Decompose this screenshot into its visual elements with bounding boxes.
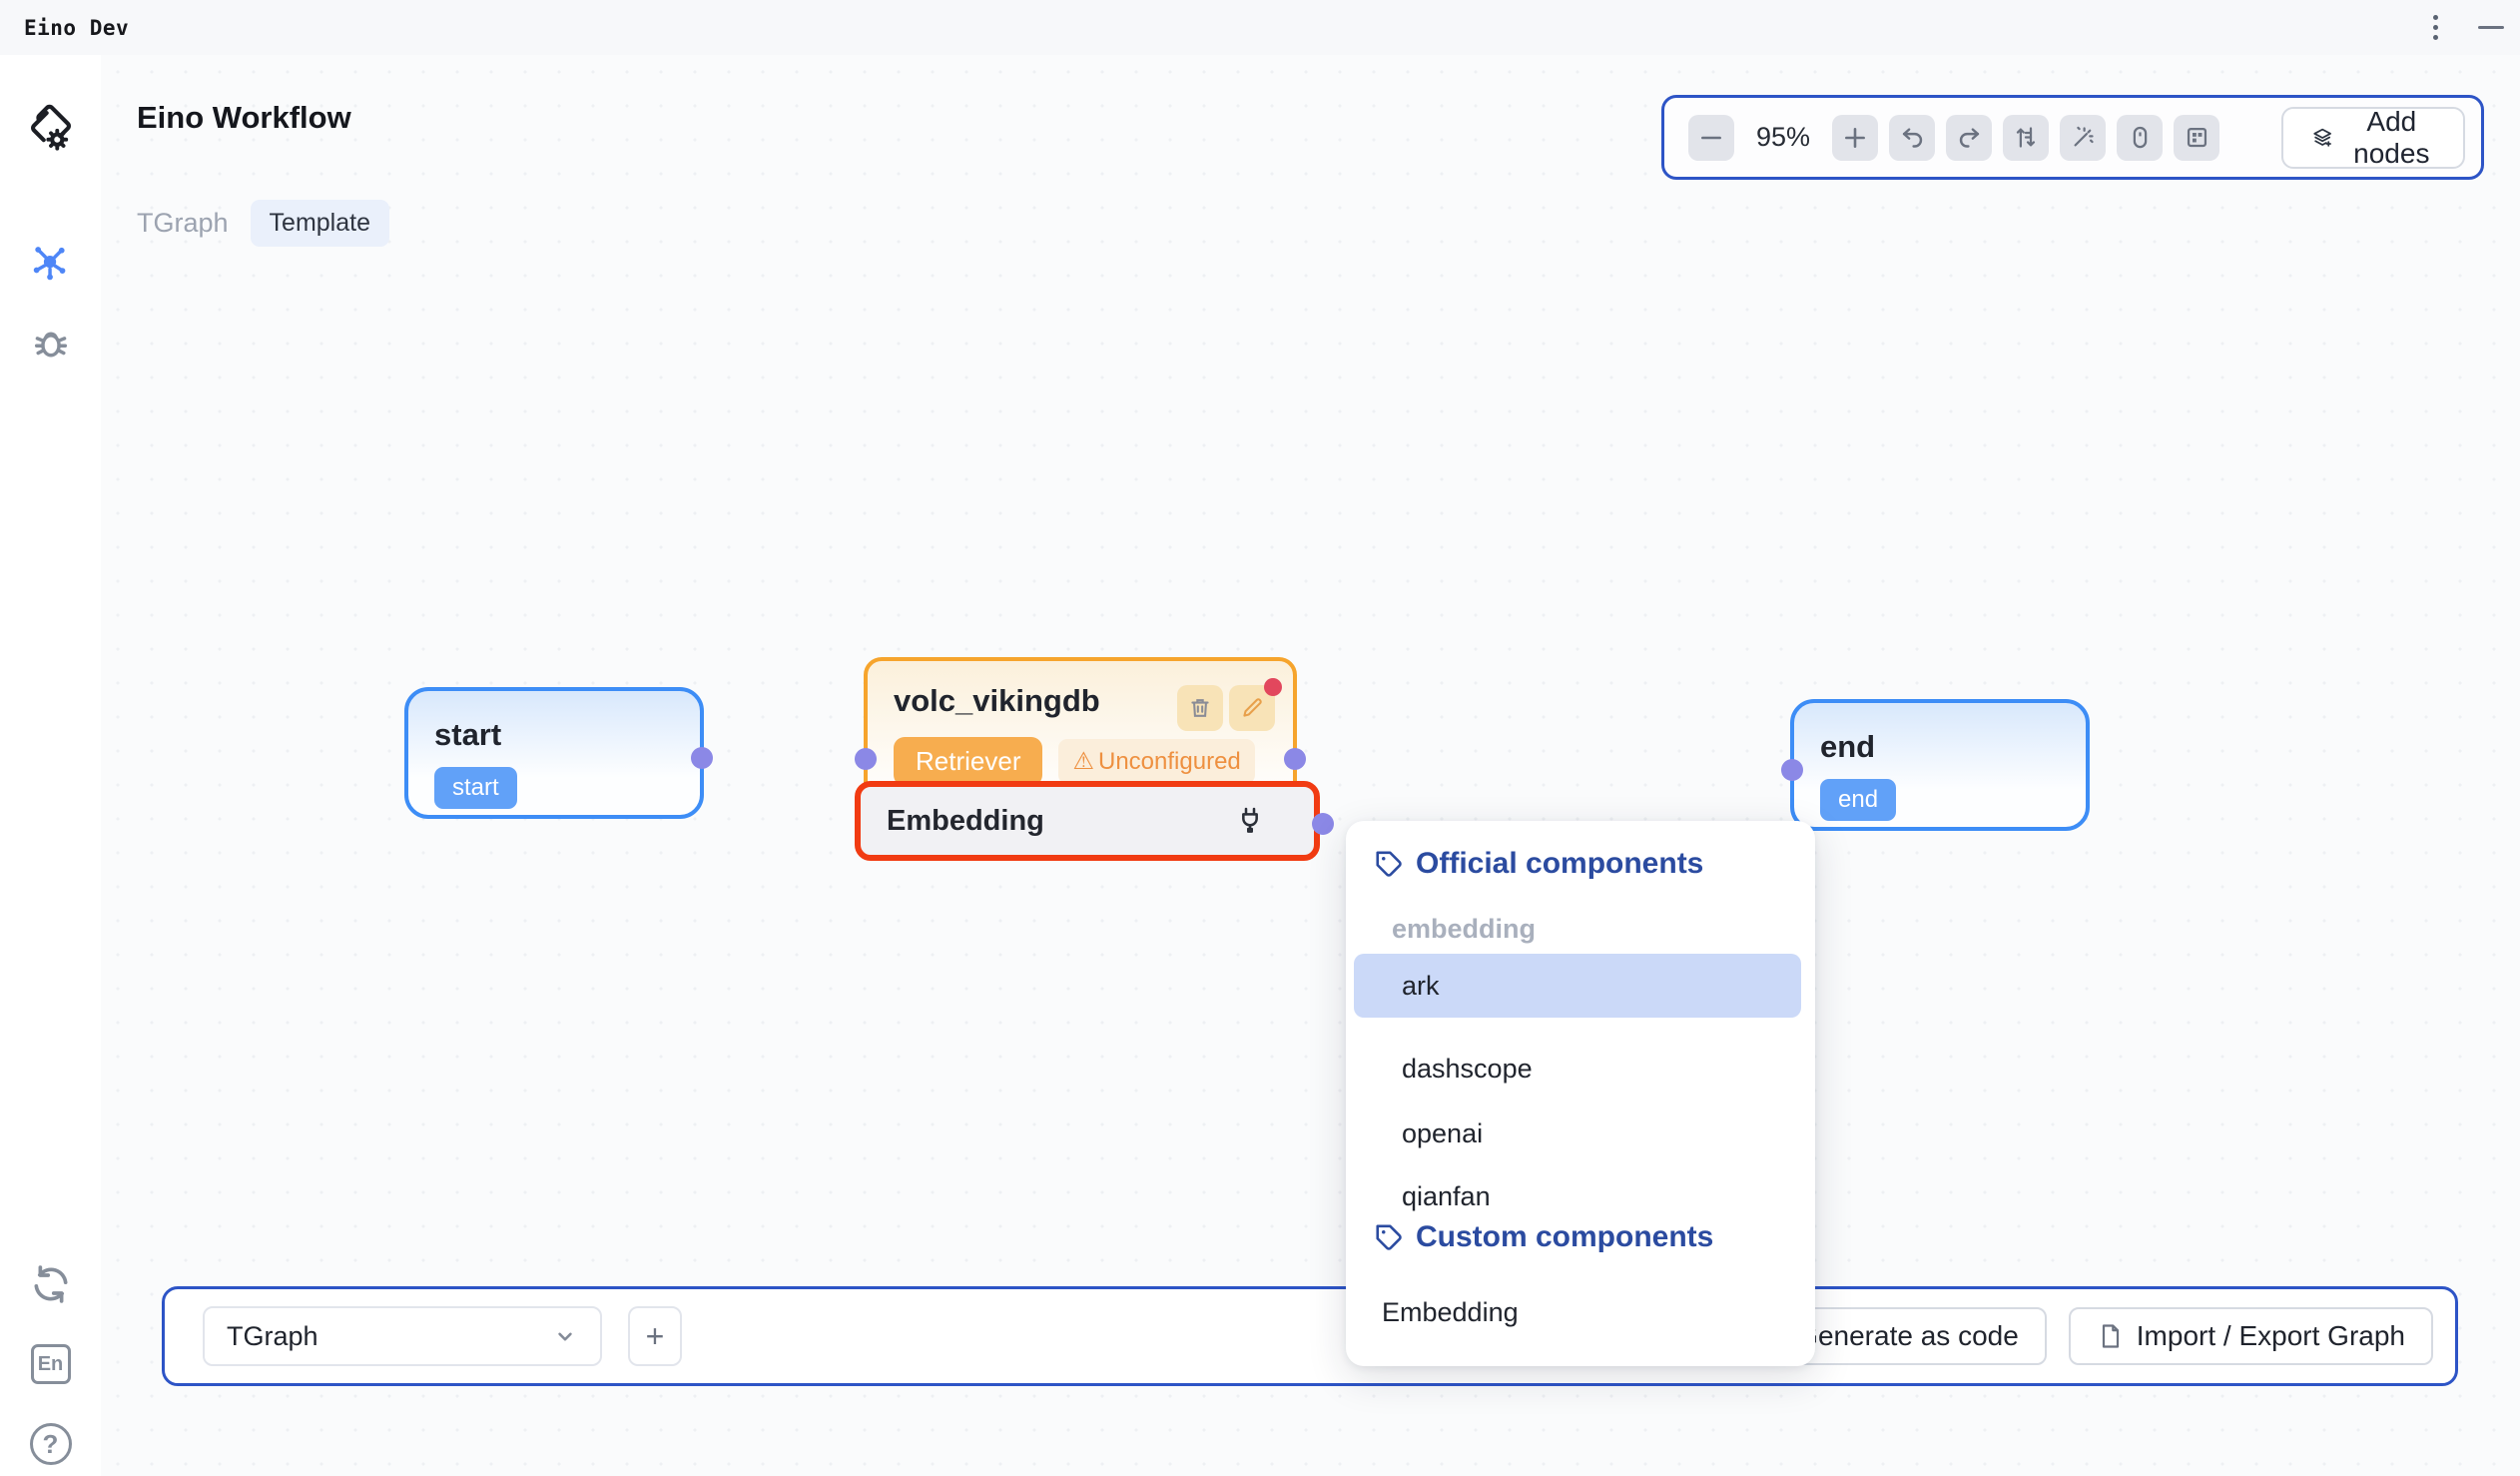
component-item-qianfan[interactable]: qianfan xyxy=(1354,1164,1801,1228)
status-badge: ⚠Unconfigured xyxy=(1058,739,1254,784)
sidebar-item-workflow[interactable] xyxy=(20,233,82,295)
node-end-badge: end xyxy=(1820,779,1896,821)
minimap-icon[interactable] xyxy=(2174,115,2219,161)
undo-icon[interactable] xyxy=(1889,115,1935,161)
node-end-input-handle[interactable] xyxy=(1781,759,1803,781)
sidebar: En ? xyxy=(0,55,101,1476)
language-en-icon: En xyxy=(31,1344,71,1384)
node-start-output-handle[interactable] xyxy=(691,747,713,769)
breadcrumb-graph-name: TGraph xyxy=(137,208,229,239)
add-graph-button[interactable]: + xyxy=(628,1306,682,1366)
delete-icon[interactable] xyxy=(1177,685,1223,731)
sidebar-sync-icon[interactable] xyxy=(20,1253,82,1315)
kebab-menu-icon[interactable] xyxy=(2429,11,2442,44)
component-item-openai[interactable]: openai xyxy=(1354,1102,1801,1165)
redo-icon[interactable] xyxy=(1946,115,1992,161)
eino-logo-icon xyxy=(20,100,82,162)
sidebar-item-debug-bug-icon[interactable] xyxy=(20,313,82,374)
graph-select[interactable]: TGraph xyxy=(203,1306,602,1366)
plug-icon xyxy=(1234,805,1266,837)
tag-icon xyxy=(1374,849,1404,879)
titlebar: Eino Dev xyxy=(0,0,2520,55)
component-item-ark[interactable]: ark xyxy=(1354,954,1801,1018)
bottom-bar: TGraph + Generate as code Import / Expor… xyxy=(162,1286,2458,1386)
embedding-slot-handle[interactable] xyxy=(1312,813,1334,835)
zoom-in-icon[interactable] xyxy=(1832,115,1878,161)
node-start-badge: start xyxy=(434,767,517,809)
edit-notification-dot xyxy=(1264,678,1282,696)
file-icon xyxy=(2097,1322,2125,1350)
node-end-title: end xyxy=(1820,729,1875,765)
add-nodes-label: Add nodes xyxy=(2347,106,2435,170)
component-item-dashscope[interactable]: dashscope xyxy=(1354,1037,1801,1101)
window-controls xyxy=(2429,0,2504,55)
sidebar-language-en-icon[interactable]: En xyxy=(20,1333,82,1395)
embedding-group-label: embedding xyxy=(1392,914,1536,945)
layers-add-icon xyxy=(2311,121,2333,155)
warning-icon: ⚠ xyxy=(1072,747,1094,776)
add-nodes-button[interactable]: Add nodes xyxy=(2281,107,2465,169)
node-volc-title: volc_vikingdb xyxy=(894,683,1100,719)
node-start[interactable]: start start xyxy=(404,687,704,819)
zoom-level: 95% xyxy=(1745,122,1821,153)
node-end[interactable]: end end xyxy=(1790,699,2090,831)
official-components-header: Official components xyxy=(1374,847,1703,881)
embedding-slot-selected[interactable]: Embedding xyxy=(855,781,1320,861)
canvas-toolbar: 95% Add nodes xyxy=(1661,95,2484,180)
page-title: Eino Workflow xyxy=(137,100,351,136)
mouse-icon[interactable] xyxy=(2117,115,2163,161)
app-title: Eino Dev xyxy=(24,16,129,40)
sidebar-help-icon[interactable]: ? xyxy=(20,1413,82,1475)
edit-pencil-icon[interactable] xyxy=(1229,685,1275,731)
component-dropdown-panel: Official components embedding ark dashsc… xyxy=(1346,821,1815,1366)
chevron-down-icon xyxy=(552,1323,578,1349)
tag-icon xyxy=(1374,1222,1404,1252)
import-export-button[interactable]: Import / Export Graph xyxy=(2069,1307,2433,1365)
node-type-badge: Retriever xyxy=(894,737,1042,786)
node-volc-input-handle[interactable] xyxy=(855,748,877,770)
node-volc-actions xyxy=(1177,685,1275,731)
graph-select-value: TGraph xyxy=(227,1321,318,1352)
node-volc-badges: Retriever ⚠Unconfigured xyxy=(894,737,1255,786)
embedding-slot-label: Embedding xyxy=(887,805,1044,838)
magic-wand-icon[interactable] xyxy=(2060,115,2106,161)
component-item-embedding-custom[interactable]: Embedding xyxy=(1354,1280,1801,1344)
breadcrumb-template-badge: Template xyxy=(251,200,389,247)
minimize-icon[interactable] xyxy=(2478,26,2504,29)
custom-components-header: Custom components xyxy=(1374,1220,1713,1254)
breadcrumb: TGraph Template xyxy=(137,200,389,247)
node-start-title: start xyxy=(434,717,501,753)
zoom-out-icon[interactable] xyxy=(1688,115,1734,161)
help-icon: ? xyxy=(30,1423,72,1465)
auto-layout-icon[interactable] xyxy=(2003,115,2049,161)
node-volc-output-handle[interactable] xyxy=(1284,748,1306,770)
workflow-canvas[interactable]: Eino Workflow TGraph Template 95% xyxy=(101,55,2520,1476)
